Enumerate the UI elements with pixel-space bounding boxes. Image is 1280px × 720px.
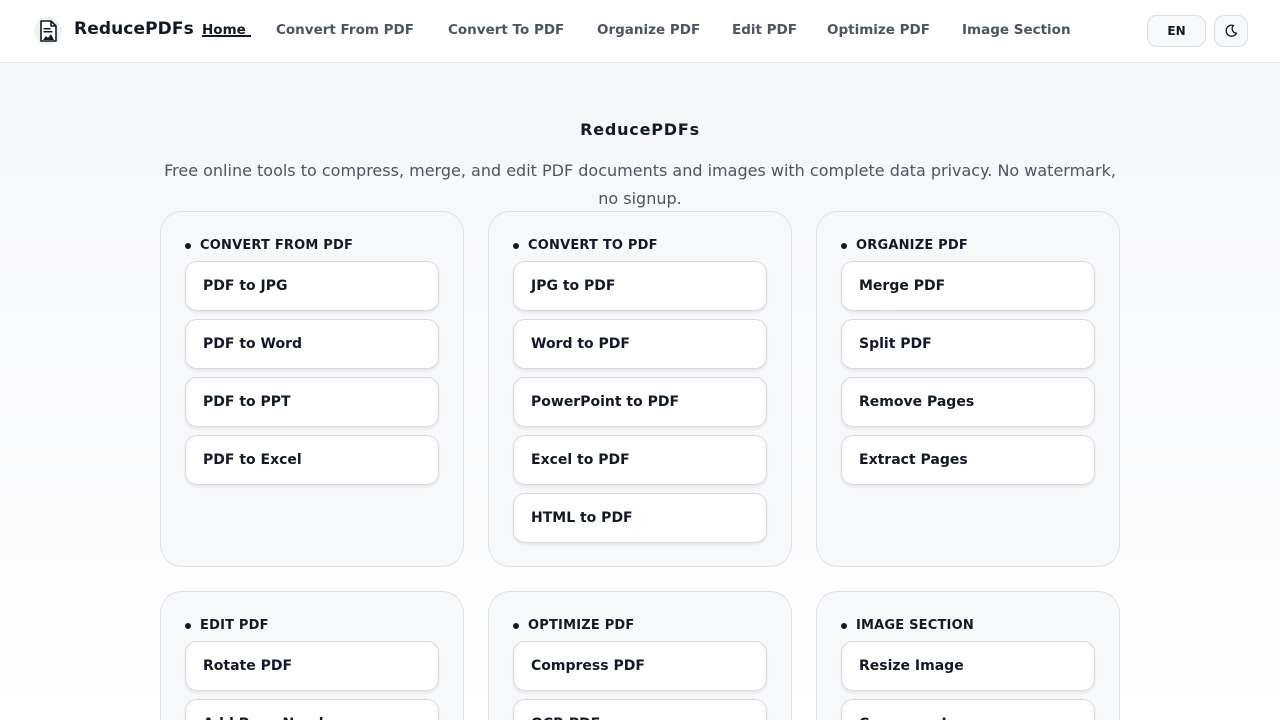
- category-title: OPTIMIZE PDF: [528, 618, 635, 633]
- nav-item-convert-to-pdf[interactable]: Convert To PDF: [448, 22, 564, 38]
- pdf-document-logo-icon[interactable]: [34, 16, 62, 46]
- category-card-edit-pdf: EDIT PDF Rotate PDF Add Page Numbers: [160, 591, 464, 720]
- nav-item-optimize-pdf[interactable]: Optimize PDF: [827, 22, 930, 38]
- tool-remove-pages-button[interactable]: Remove Pages: [841, 377, 1095, 427]
- tool-html-to-pdf-button[interactable]: HTML to PDF: [513, 493, 767, 543]
- nav-item-edit-pdf[interactable]: Edit PDF: [732, 22, 797, 38]
- nav-item-image-section[interactable]: Image Section: [962, 22, 1071, 38]
- category-title: CONVERT FROM PDF: [200, 238, 354, 253]
- brand-name[interactable]: ReducePDFs: [74, 19, 194, 39]
- bullet-dot-icon: [841, 242, 847, 249]
- tool-split-pdf-button[interactable]: Split PDF: [841, 319, 1095, 369]
- tool-pdf-to-word-button[interactable]: PDF to Word: [185, 319, 439, 369]
- nav-item-convert-from-pdf[interactable]: Convert From PDF: [276, 22, 414, 38]
- tool-add-page-numbers-button[interactable]: Add Page Numbers: [185, 699, 439, 720]
- language-selector-button[interactable]: EN: [1147, 15, 1206, 47]
- hero-title: ReducePDFs: [580, 120, 700, 139]
- tool-pdf-to-ppt-button[interactable]: PDF to PPT: [185, 377, 439, 427]
- bullet-dot-icon: [185, 242, 191, 249]
- category-card-organize-pdf: ORGANIZE PDF Merge PDF Split PDF Remove …: [816, 211, 1120, 567]
- category-card-convert-from-pdf: CONVERT FROM PDF PDF to JPG PDF to Word …: [160, 211, 464, 567]
- moon-icon: [1225, 24, 1238, 37]
- tool-word-to-pdf-button[interactable]: Word to PDF: [513, 319, 767, 369]
- hero-subtitle: Free online tools to compress, merge, an…: [164, 161, 1116, 208]
- tool-merge-pdf-button[interactable]: Merge PDF: [841, 261, 1095, 311]
- tool-pdf-to-jpg-button[interactable]: PDF to JPG: [185, 261, 439, 311]
- category-card-optimize-pdf: OPTIMIZE PDF Compress PDF OCR PDF: [488, 591, 792, 720]
- tool-compress-pdf-button[interactable]: Compress PDF: [513, 641, 767, 691]
- bullet-dot-icon: [185, 622, 191, 629]
- tool-resize-image-button[interactable]: Resize Image: [841, 641, 1095, 691]
- bullet-dot-icon: [841, 622, 847, 629]
- theme-toggle-button[interactable]: [1214, 15, 1248, 47]
- tool-rotate-pdf-button[interactable]: Rotate PDF: [185, 641, 439, 691]
- tool-excel-to-pdf-button[interactable]: Excel to PDF: [513, 435, 767, 485]
- category-card-image-section: IMAGE SECTION Resize Image Compress Imag…: [816, 591, 1120, 720]
- category-title: CONVERT TO PDF: [528, 238, 658, 253]
- tool-jpg-to-pdf-button[interactable]: JPG to PDF: [513, 261, 767, 311]
- tool-extract-pages-button[interactable]: Extract Pages: [841, 435, 1095, 485]
- tool-ocr-pdf-button[interactable]: OCR PDF: [513, 699, 767, 720]
- tool-compress-image-button[interactable]: Compress Image: [841, 699, 1095, 720]
- category-title: ORGANIZE PDF: [856, 238, 968, 253]
- top-navigation-bar: ReducePDFs Home Convert From PDF Convert…: [0, 0, 1280, 63]
- bullet-dot-icon: [513, 242, 519, 249]
- bullet-dot-icon: [513, 622, 519, 629]
- tool-powerpoint-to-pdf-button[interactable]: PowerPoint to PDF: [513, 377, 767, 427]
- category-title: EDIT PDF: [200, 618, 269, 633]
- category-card-convert-to-pdf: CONVERT TO PDF JPG to PDF Word to PDF Po…: [488, 211, 792, 567]
- nav-item-organize-pdf[interactable]: Organize PDF: [597, 22, 700, 38]
- active-nav-underline: [202, 35, 251, 37]
- tool-pdf-to-excel-button[interactable]: PDF to Excel: [185, 435, 439, 485]
- category-title: IMAGE SECTION: [856, 618, 974, 633]
